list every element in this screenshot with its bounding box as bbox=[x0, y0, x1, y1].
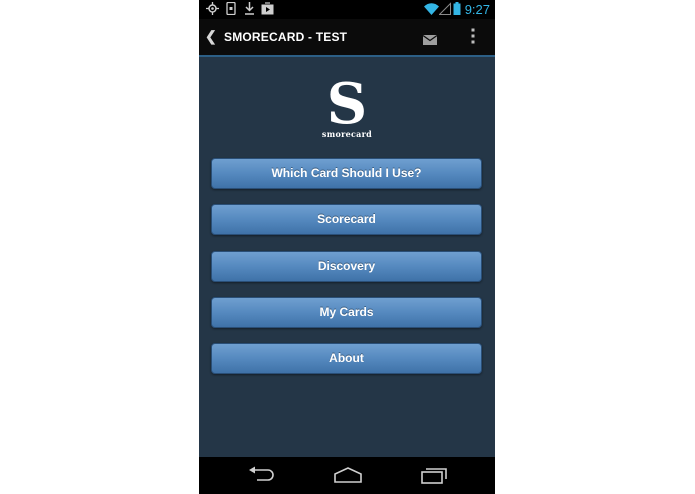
phone-icon bbox=[226, 1, 236, 20]
main-content: S smorecard Which Card Should I Use? Sco… bbox=[199, 57, 495, 457]
phone-screen: 9:27 ❮ SMORECARD - TEST S smorecard Whic… bbox=[199, 0, 495, 494]
back-icon[interactable] bbox=[247, 466, 275, 489]
logo-wordmark: smorecard bbox=[321, 129, 373, 139]
app-title[interactable]: SMORECARD - TEST bbox=[224, 30, 347, 44]
action-bar: ❮ SMORECARD - TEST bbox=[199, 19, 495, 57]
which-card-button[interactable]: Which Card Should I Use? bbox=[211, 158, 482, 189]
up-navigation-icon[interactable]: ❮ bbox=[205, 28, 217, 45]
media-icon bbox=[261, 2, 274, 20]
status-bar: 9:27 bbox=[199, 0, 495, 19]
download-icon bbox=[244, 2, 255, 20]
home-icon[interactable] bbox=[333, 466, 363, 489]
about-button[interactable]: About bbox=[211, 343, 482, 374]
signal-icon bbox=[438, 2, 451, 20]
battery-icon bbox=[453, 2, 461, 20]
gps-icon bbox=[206, 2, 219, 20]
wifi-icon bbox=[424, 2, 439, 20]
logo-letter: S bbox=[326, 71, 368, 137]
mail-icon[interactable] bbox=[422, 32, 438, 50]
status-time: 9:27 bbox=[464, 2, 490, 17]
my-cards-button[interactable]: My Cards bbox=[211, 297, 482, 328]
smorecard-logo: S smorecard bbox=[199, 71, 495, 139]
overflow-menu-icon[interactable] bbox=[471, 28, 475, 49]
recents-icon[interactable] bbox=[420, 466, 448, 489]
navigation-bar bbox=[199, 457, 495, 494]
scorecard-button[interactable]: Scorecard bbox=[211, 204, 482, 235]
discovery-button[interactable]: Discovery bbox=[211, 251, 482, 282]
